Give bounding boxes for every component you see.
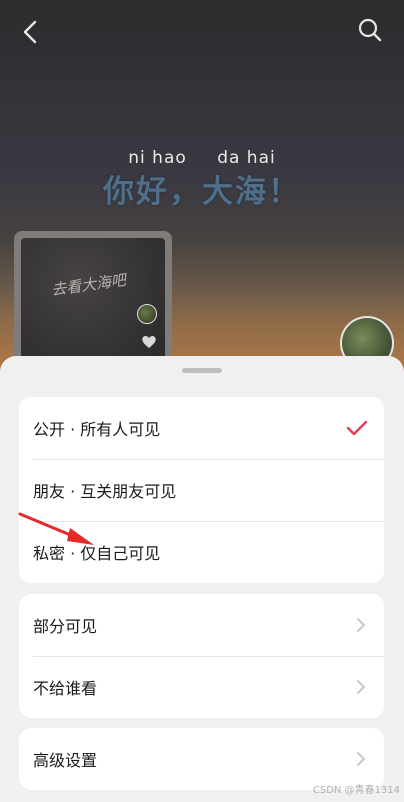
option-hide-from[interactable]: 不给谁看 xyxy=(19,656,384,718)
partial-visibility-card: 部分可见 不给谁看 xyxy=(19,594,384,718)
drag-handle[interactable] xyxy=(182,368,222,373)
thumbnail-avatar xyxy=(137,304,157,324)
top-bar xyxy=(0,0,404,64)
checkmark-icon xyxy=(346,420,368,436)
selected-indicator xyxy=(346,420,368,436)
option-label: 朋友 · 互关朋友可见 xyxy=(33,482,177,501)
option-label: 公开 · 所有人可见 xyxy=(33,420,161,439)
option-label: 部分可见 xyxy=(33,617,98,636)
annotation-arrow-icon xyxy=(18,512,94,545)
option-public[interactable]: 公开 · 所有人可见 xyxy=(19,397,384,459)
visibility-sheet: 公开 · 所有人可见 朋友 · 互关朋友可见 私密 · 仅自己可见 部分可见 不… xyxy=(0,356,404,802)
pinyin-line: ni hao da hai xyxy=(0,148,404,168)
option-label: 高级设置 xyxy=(33,751,98,770)
back-button[interactable] xyxy=(14,16,46,48)
search-icon xyxy=(358,18,382,42)
pinyin-word: da hai xyxy=(217,148,276,168)
chevron-right-icon xyxy=(357,680,365,694)
chevron-container xyxy=(356,751,366,767)
option-partial-visible[interactable]: 部分可见 xyxy=(19,594,384,656)
visibility-options-card: 公开 · 所有人可见 朋友 · 互关朋友可见 私密 · 仅自己可见 xyxy=(19,397,384,583)
watermark: CSDN @青春1314 xyxy=(312,785,400,796)
chevron-right-icon xyxy=(357,752,365,766)
search-button[interactable] xyxy=(354,14,386,46)
back-arrow-icon xyxy=(23,20,37,44)
chevron-right-icon xyxy=(357,618,365,632)
pinyin-word: ni hao xyxy=(128,148,187,168)
thumbnail-image: 去看大海吧 xyxy=(21,238,165,361)
video-thumbnail[interactable]: 去看大海吧 xyxy=(14,231,172,361)
chevron-container xyxy=(356,679,366,695)
video-headline: 你好，大海！ xyxy=(103,174,301,210)
chevron-container xyxy=(356,617,366,633)
option-label: 不给谁看 xyxy=(33,679,98,698)
heart-icon xyxy=(142,336,156,348)
thumbnail-caption: 去看大海吧 xyxy=(50,270,127,300)
